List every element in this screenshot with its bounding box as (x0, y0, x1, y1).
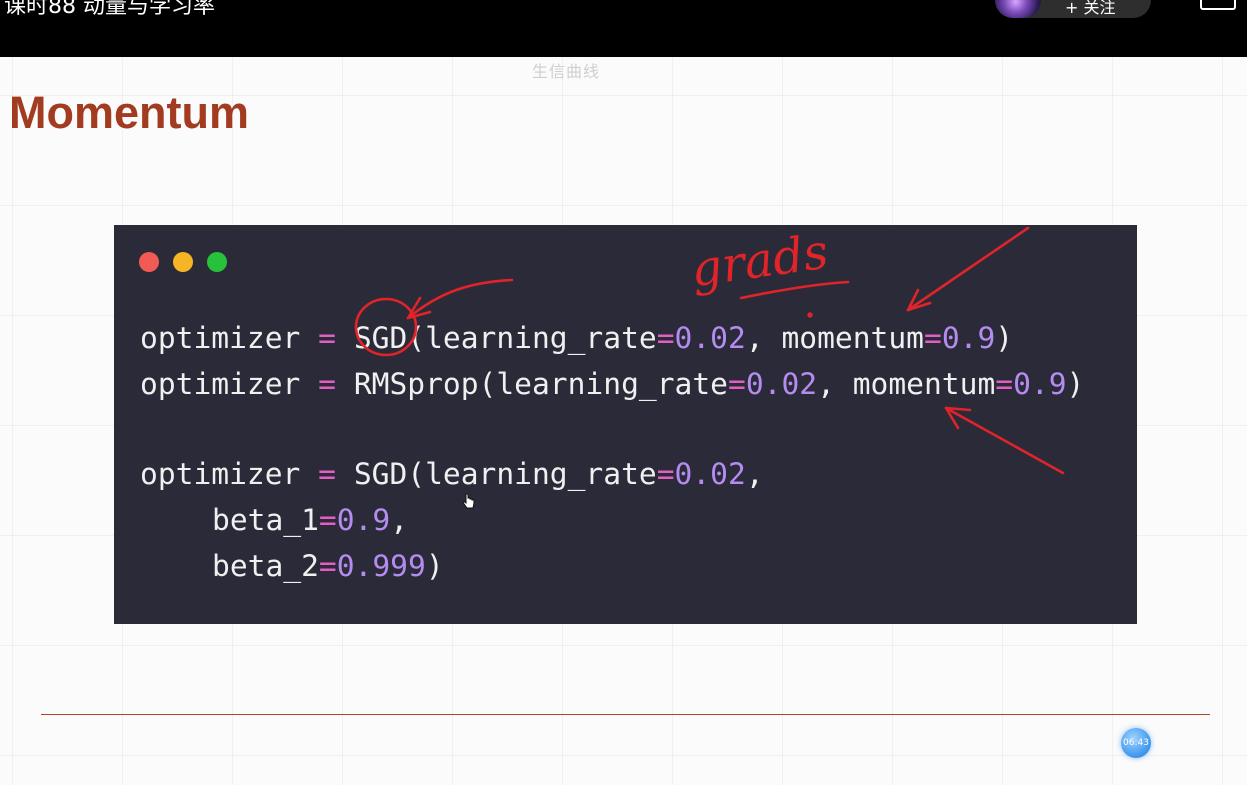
code-token: SGD(learning_rate (336, 457, 657, 491)
code-line: beta_1=0.9, (140, 497, 1084, 543)
follow-label: + 关注 (1065, 0, 1116, 17)
code-token: ) (1066, 367, 1085, 401)
code-token: optimizer (140, 457, 319, 491)
code-operator: = (924, 321, 942, 355)
code-operator: = (727, 367, 746, 401)
code-token: ) (425, 549, 444, 583)
watermark: 生信曲线 (532, 62, 601, 81)
code-token: optimizer (140, 367, 319, 401)
code-operator: = (318, 457, 336, 491)
code-line: optimizer = RMSprop(learning_rate=0.02, … (140, 361, 1084, 407)
code-number: 0.9 (336, 503, 391, 537)
code-number: 0.999 (336, 549, 426, 583)
code-block: optimizer = SGD(learning_rate=0.02, mome… (140, 315, 1084, 589)
code-operator: = (656, 457, 675, 491)
follow-button[interactable]: + 关注 (995, 0, 1151, 18)
code-number: 0.9 (941, 321, 996, 355)
video-top-bar: 课时88 动量与学习率 + 关注 (0, 0, 1247, 57)
code-token: , (390, 503, 409, 537)
code-token: beta_2 (212, 549, 319, 583)
code-token: , (745, 457, 764, 491)
code-number: 0.02 (674, 321, 746, 355)
code-operator: = (318, 503, 337, 537)
code-line: optimizer = SGD(learning_rate=0.02, (140, 451, 1084, 497)
code-number: 0.02 (674, 457, 746, 491)
code-operator: = (318, 321, 336, 355)
code-line: optimizer = SGD(learning_rate=0.02, mome… (140, 315, 1084, 361)
hand-cursor-icon (462, 493, 475, 509)
slide-title: Momentum (9, 87, 249, 138)
code-number: 0.9 (1013, 367, 1067, 401)
window-minimize-dot (173, 252, 193, 272)
timestamp-badge[interactable]: 06:43 (1121, 728, 1151, 758)
code-window: optimizer = SGD(learning_rate=0.02, mome… (114, 225, 1137, 624)
comment-icon[interactable] (1200, 0, 1236, 10)
code-token: RMSprop(learning_rate (336, 367, 728, 401)
code-operator: = (995, 367, 1014, 401)
code-token: SGD(learning_rate (336, 321, 657, 355)
code-token: , momentum (745, 321, 924, 355)
code-operator: = (318, 367, 336, 401)
code-token: optimizer (140, 321, 319, 355)
window-maximize-dot (207, 252, 227, 272)
code-number: 0.02 (745, 367, 818, 401)
video-title: 课时88 动量与学习率 (4, 0, 215, 19)
code-token: beta_1 (212, 503, 319, 537)
uploader-avatar[interactable] (995, 0, 1041, 18)
code-token: , momentum (817, 367, 996, 401)
code-operator: = (318, 549, 337, 583)
slide-footer-rule (41, 714, 1210, 715)
lecture-slide: 生信曲线 Momentum optimizer = SGD(learning_r… (0, 57, 1247, 785)
code-line: beta_2=0.999) (140, 543, 1084, 589)
code-token: ) (995, 321, 1014, 355)
window-close-dot (139, 252, 159, 272)
code-operator: = (656, 321, 675, 355)
